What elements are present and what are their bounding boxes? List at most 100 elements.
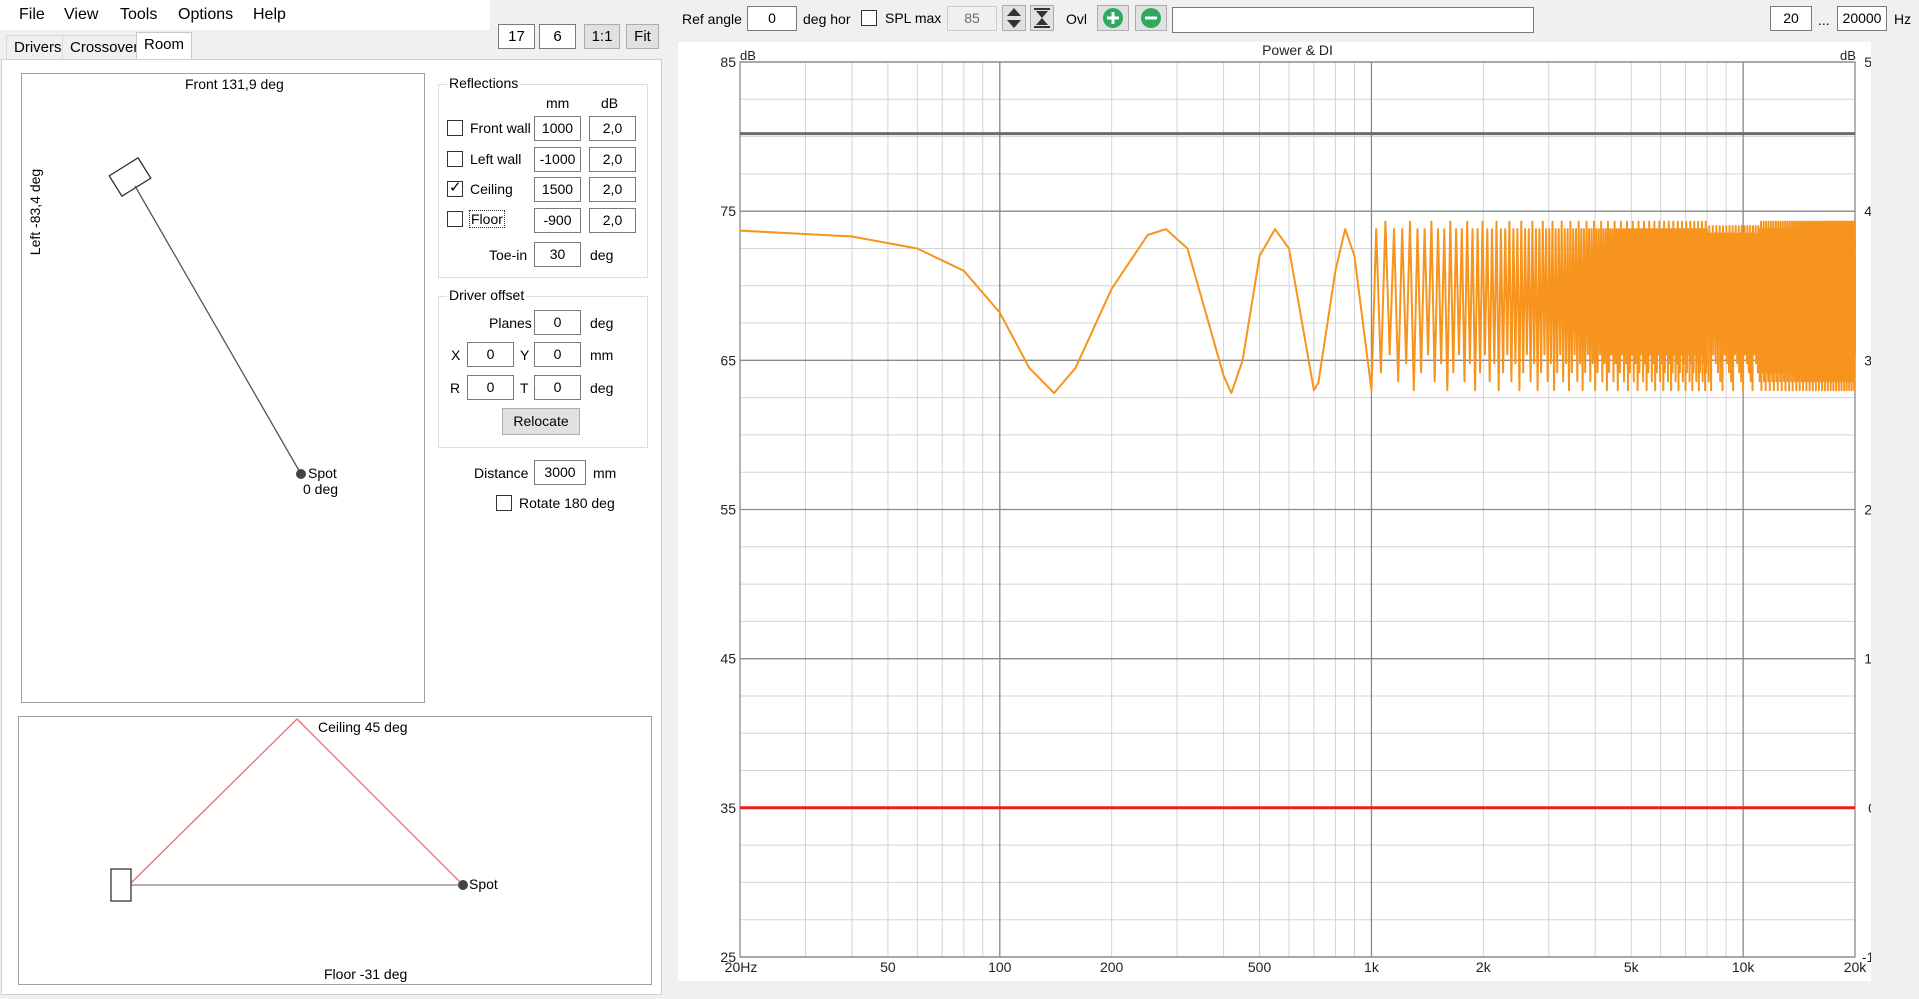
x-offset-input[interactable]: 0: [467, 342, 514, 367]
front-wall-label: Front wall: [470, 120, 531, 136]
toein-unit: deg: [590, 247, 614, 263]
reflections-db-header: dB: [601, 95, 619, 111]
ref-angle-input[interactable]: 0: [747, 6, 797, 31]
expand-range-button[interactable]: [1030, 5, 1054, 31]
reflections-mm-header: mm: [546, 95, 570, 111]
ceiling-db-input[interactable]: 2,0: [589, 177, 636, 202]
top-view-drawing: [108, 156, 306, 479]
left-wall-mm-input[interactable]: -1000: [534, 147, 581, 172]
rt-unit: deg: [590, 380, 614, 396]
x-tick: 100: [988, 959, 1012, 975]
listening-line: [134, 185, 302, 475]
y-tick-left: 35: [720, 800, 736, 816]
y-tick-right: 10: [1864, 651, 1871, 667]
distance-input[interactable]: 3000: [534, 460, 586, 485]
ceiling-checkbox[interactable]: ✓: [447, 179, 463, 197]
floor-mm-input[interactable]: -900: [534, 208, 581, 233]
remove-overlay-button[interactable]: [1135, 5, 1167, 31]
overlay-name-field[interactable]: [1172, 7, 1534, 33]
plus-icon: [1103, 8, 1123, 28]
floor-checkbox[interactable]: [447, 211, 463, 227]
freq-max-input[interactable]: 20000: [1837, 6, 1887, 31]
planes-unit: deg: [590, 315, 614, 331]
floor-db-input[interactable]: 2,0: [589, 208, 636, 233]
ceiling-check-mark: ✓: [449, 179, 462, 196]
y-tick-left: 45: [720, 651, 736, 667]
rotate-180-checkbox[interactable]: [496, 495, 512, 511]
y-tick-right: 50: [1864, 54, 1871, 70]
menu-tools[interactable]: Tools: [120, 6, 157, 24]
left-wall-checkbox[interactable]: [447, 151, 463, 167]
view-height-field[interactable]: 6: [539, 24, 576, 49]
r-label: R: [450, 380, 461, 396]
y-offset-input[interactable]: 0: [534, 342, 581, 367]
chart-title: Power & DI: [1262, 42, 1333, 58]
t-label: T: [520, 380, 529, 396]
ceiling-angle-label: Ceiling 45 deg: [318, 719, 408, 735]
left-wall-db-input[interactable]: 2,0: [589, 147, 636, 172]
hourglass-icon: [1034, 8, 1050, 28]
y-tick-right: 40: [1864, 203, 1871, 219]
top-spot-angle: 0 deg: [303, 481, 339, 497]
planes-label: Planes: [489, 315, 532, 331]
planes-input[interactable]: 0: [534, 310, 581, 335]
ceiling-mm-input[interactable]: 1500: [534, 177, 581, 202]
add-overlay-button[interactable]: [1097, 5, 1129, 31]
reflections-title: Reflections: [447, 75, 521, 91]
spl-max-checkbox[interactable]: [861, 10, 877, 26]
speaker-side-icon: [110, 868, 132, 902]
y-tick-left: 85: [720, 54, 736, 70]
front-wall-db-input[interactable]: 2,0: [589, 116, 636, 141]
front-wall-mm-input[interactable]: 1000: [534, 116, 581, 141]
relocate-button[interactable]: Relocate: [502, 408, 580, 435]
driver-offset-title: Driver offset: [447, 287, 527, 303]
x-tick: 2k: [1476, 959, 1492, 975]
view-width-field[interactable]: 17: [498, 24, 535, 49]
ceiling-label: Ceiling: [470, 181, 513, 197]
top-spot-label: Spot: [308, 465, 337, 481]
tab-room[interactable]: Room: [136, 32, 193, 59]
tab-crossover[interactable]: Crossover: [62, 35, 147, 59]
one-to-one-button[interactable]: 1:1: [584, 24, 620, 49]
menu-view[interactable]: View: [64, 6, 98, 24]
power-di-graph[interactable]: Power & DIdBdB8575655545352550403020100-…: [678, 42, 1882, 981]
spot-marker: [296, 469, 306, 479]
menu-options[interactable]: Options: [178, 6, 233, 24]
menu-help[interactable]: Help: [253, 6, 286, 24]
fit-button[interactable]: Fit: [626, 24, 659, 49]
tab-drivers[interactable]: Drivers: [6, 35, 70, 59]
speaker-icon: [108, 156, 152, 198]
rotate-180-label: Rotate 180 deg: [519, 495, 615, 511]
menu-file[interactable]: File: [19, 6, 45, 24]
y-tick-right: 30: [1864, 352, 1871, 368]
spl-max-input[interactable]: 85: [947, 6, 997, 31]
r-offset-input[interactable]: 0: [467, 375, 514, 400]
x-tick: 1k: [1364, 959, 1380, 975]
up-down-arrows-icon: [1007, 8, 1021, 28]
toein-label: Toe-in: [489, 247, 528, 263]
xy-unit: mm: [590, 347, 614, 363]
power-response-curve: [739, 220, 1856, 395]
x-tick: 50: [880, 959, 896, 975]
x-tick: 5k: [1624, 959, 1640, 975]
front-wall-checkbox[interactable]: [447, 120, 463, 136]
room-top-view[interactable]: Front 131,9 deg Left -83,4 deg Spot 0 de…: [21, 73, 425, 703]
y-tick-left: 75: [720, 203, 736, 219]
ref-angle-label: Ref angle: [682, 11, 742, 27]
left-axis-unit: dB: [740, 48, 756, 63]
t-offset-input[interactable]: 0: [534, 375, 581, 400]
spin-up-down-button[interactable]: [1002, 5, 1026, 31]
left-wall-label: Left wall: [470, 151, 522, 167]
room-side-view[interactable]: Ceiling 45 deg Spot Floor -31 deg: [18, 716, 652, 985]
x-tick: 20Hz: [725, 959, 758, 975]
power-di-chart: Power & DIdBdB8575655545352550403020100-…: [720, 42, 1882, 975]
toein-input[interactable]: 30: [534, 242, 581, 267]
x-tick: 10k: [1732, 959, 1756, 975]
minus-icon: [1141, 8, 1161, 28]
y-tick-right: 20: [1864, 502, 1871, 518]
spl-max-label: SPL max: [885, 10, 942, 26]
freq-min-input[interactable]: 20: [1770, 6, 1812, 31]
ceiling-ray-out: [296, 718, 464, 886]
y-label: Y: [520, 347, 530, 363]
y-tick-left: 65: [720, 352, 736, 368]
